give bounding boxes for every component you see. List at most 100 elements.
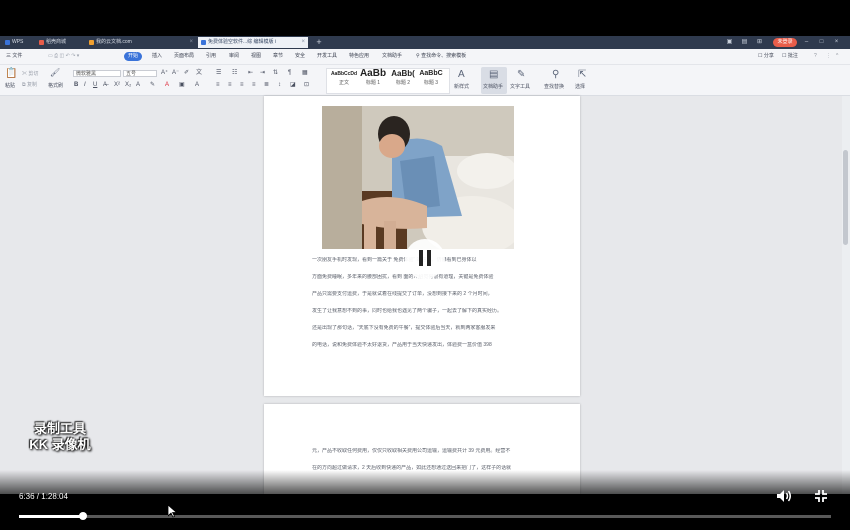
copy-button[interactable]: ⧉ 复制 <box>22 82 37 89</box>
wps-icon <box>5 40 10 45</box>
close-icon[interactable]: × <box>301 37 305 48</box>
paste-icon[interactable]: 📋 <box>5 68 17 80</box>
menu-chapter[interactable]: 章节 <box>273 52 283 61</box>
align-left-icon[interactable]: ≡ <box>216 81 220 89</box>
share-button[interactable]: ☐ 分享 <box>758 52 774 61</box>
menu-file[interactable]: 三 文件 <box>6 52 22 61</box>
border-icon[interactable]: ⊡ <box>304 81 309 89</box>
select-icon[interactable]: ⇱ <box>578 69 586 81</box>
help-icon[interactable]: ? <box>814 52 817 61</box>
close-icon[interactable]: × <box>189 37 193 48</box>
align-right-icon[interactable]: ≡ <box>240 81 244 89</box>
distribute-icon[interactable]: ≣ <box>264 81 269 89</box>
document-icon <box>201 40 206 45</box>
show-marks-icon[interactable]: ¶ <box>288 69 291 77</box>
bullet-list-icon[interactable]: ☰ <box>216 69 221 77</box>
exit-fullscreen-icon[interactable] <box>814 489 828 503</box>
text-tools-icon[interactable]: ✎ <box>517 69 525 81</box>
menu-doc-assistant[interactable]: 文档助手 <box>382 52 402 61</box>
find-replace-icon[interactable]: ⚲ <box>552 69 559 81</box>
pause-button[interactable] <box>405 239 445 279</box>
comment-button[interactable]: ☐ 批注 <box>782 52 798 61</box>
char-border-icon[interactable]: ▣ <box>179 81 185 89</box>
phonetic-icon[interactable]: 文 <box>196 69 202 77</box>
menu-home[interactable]: 开始 <box>124 52 143 61</box>
italic-icon[interactable]: I <box>84 81 86 89</box>
clear-format-icon[interactable]: ✐ <box>184 69 189 77</box>
table-icon[interactable]: ▦ <box>302 69 308 77</box>
underline-icon[interactable]: U <box>93 81 97 89</box>
font-color-icon[interactable]: A <box>165 81 169 89</box>
line-spacing-icon[interactable]: ↕ <box>278 81 281 89</box>
window-icon[interactable]: ▣ <box>726 38 733 46</box>
justify-icon[interactable]: ≡ <box>252 81 256 89</box>
style-normal[interactable]: AaBbCcDd 正文 <box>330 68 358 87</box>
find-replace-label[interactable]: 查找替换 <box>544 84 564 91</box>
menu-insert[interactable]: 插入 <box>152 52 162 61</box>
new-tab-button[interactable]: + <box>313 36 325 49</box>
total-time: 1:28:04 <box>41 492 68 501</box>
tab-wps[interactable]: WPS <box>2 37 34 48</box>
new-style-icon[interactable]: A <box>458 69 465 81</box>
tab-label: 我的云文档.com <box>96 39 132 45</box>
text-effect-icon[interactable]: A <box>136 81 140 89</box>
shrink-font-icon[interactable]: A⁻ <box>172 69 179 77</box>
align-center-icon[interactable]: ≡ <box>228 81 232 89</box>
style-heading-2[interactable]: AaBb( 标题 2 <box>388 68 418 87</box>
login-button[interactable]: 未登录 <box>773 38 797 47</box>
menu-page-layout[interactable]: 页面布局 <box>174 52 194 61</box>
font-size-select[interactable]: 五号 <box>123 70 157 77</box>
highlight-icon[interactable]: ✎ <box>150 81 155 89</box>
strikethrough-icon[interactable]: A̶ <box>103 81 107 89</box>
superscript-icon[interactable]: X² <box>114 81 120 89</box>
comment-label: 批注 <box>787 53 798 59</box>
scrollbar-thumb[interactable] <box>843 150 848 245</box>
paragraph-line: 的电话，说和免费体验不太好退货，产品用于当天快递发出，体验费一盒价值 398 <box>312 342 492 348</box>
article-photo <box>322 106 514 249</box>
text-tools-label[interactable]: 文字工具 <box>510 84 530 91</box>
increase-indent-icon[interactable]: ⇥ <box>260 69 265 77</box>
bold-icon[interactable]: B <box>74 81 78 89</box>
tab-active-document[interactable]: 免费体验空软件...综 编辑模版 i × <box>198 37 308 48</box>
menu-dev-tools[interactable]: 开发工具 <box>317 52 337 61</box>
volume-icon[interactable] <box>776 488 792 504</box>
collapse-icon[interactable]: ^ <box>836 52 838 61</box>
menu-references[interactable]: 引用 <box>206 52 216 61</box>
char-shading-icon[interactable]: A <box>195 81 199 89</box>
maximize-icon[interactable]: □ <box>818 38 825 46</box>
menu-security[interactable]: 安全 <box>295 52 305 61</box>
grid-icon[interactable]: ⊞ <box>756 38 763 46</box>
subscript-icon[interactable]: X₂ <box>125 81 131 89</box>
grow-font-icon[interactable]: A⁺ <box>161 69 168 77</box>
paste-label[interactable]: 粘贴 <box>5 83 15 90</box>
menu-features[interactable]: 特色应用 <box>349 52 369 61</box>
man-on-bed-illustration <box>322 106 514 249</box>
quick-access-icons[interactable]: ▭ ⎙ ◫ ↶ ↷ ▾ <box>48 52 79 61</box>
menu-review[interactable]: 审阅 <box>229 52 239 61</box>
font-name-select[interactable]: 微软雅黑 <box>73 70 121 77</box>
sort-icon[interactable]: ⇅ <box>273 69 278 77</box>
menu-view[interactable]: 视图 <box>251 52 261 61</box>
tab-cloud-doc[interactable]: 我的云文档.com × <box>86 37 196 48</box>
new-style-label[interactable]: 新样式 <box>454 84 469 91</box>
search-command[interactable]: ⚲ 查找命令、搜索模板 <box>416 52 466 61</box>
style-heading-3[interactable]: AaBbC 标题 3 <box>416 68 446 87</box>
minimize-icon[interactable]: – <box>803 38 810 46</box>
format-painter-icon[interactable]: 🖌 <box>50 67 60 79</box>
seek-bar-handle[interactable] <box>79 512 87 520</box>
cut-button[interactable]: ✂ 剪切 <box>22 71 38 78</box>
more-icon[interactable]: ⋮ <box>826 52 831 61</box>
style-heading-1[interactable]: AaBb 标题 1 <box>358 68 388 87</box>
select-label[interactable]: 选择 <box>575 84 585 91</box>
format-painter-label[interactable]: 格式刷 <box>48 83 63 90</box>
style-preview: AaBb( <box>391 69 415 78</box>
numbered-list-icon[interactable]: ☷ <box>232 69 237 77</box>
seek-bar[interactable] <box>19 515 831 518</box>
close-window-icon[interactable]: × <box>833 38 840 46</box>
layout-icon[interactable]: ▤ <box>741 38 748 46</box>
paragraph-line: 发生了让我意想不到的事，同时也给我也遇见了两个骗子，一起去了解下的真实经历。 <box>312 308 503 314</box>
style-label: 标题 1 <box>365 80 381 86</box>
tab-docer[interactable]: 稻壳商城 <box>36 37 84 48</box>
decrease-indent-icon[interactable]: ⇤ <box>248 69 253 77</box>
shading-icon[interactable]: ◪ <box>290 81 296 89</box>
